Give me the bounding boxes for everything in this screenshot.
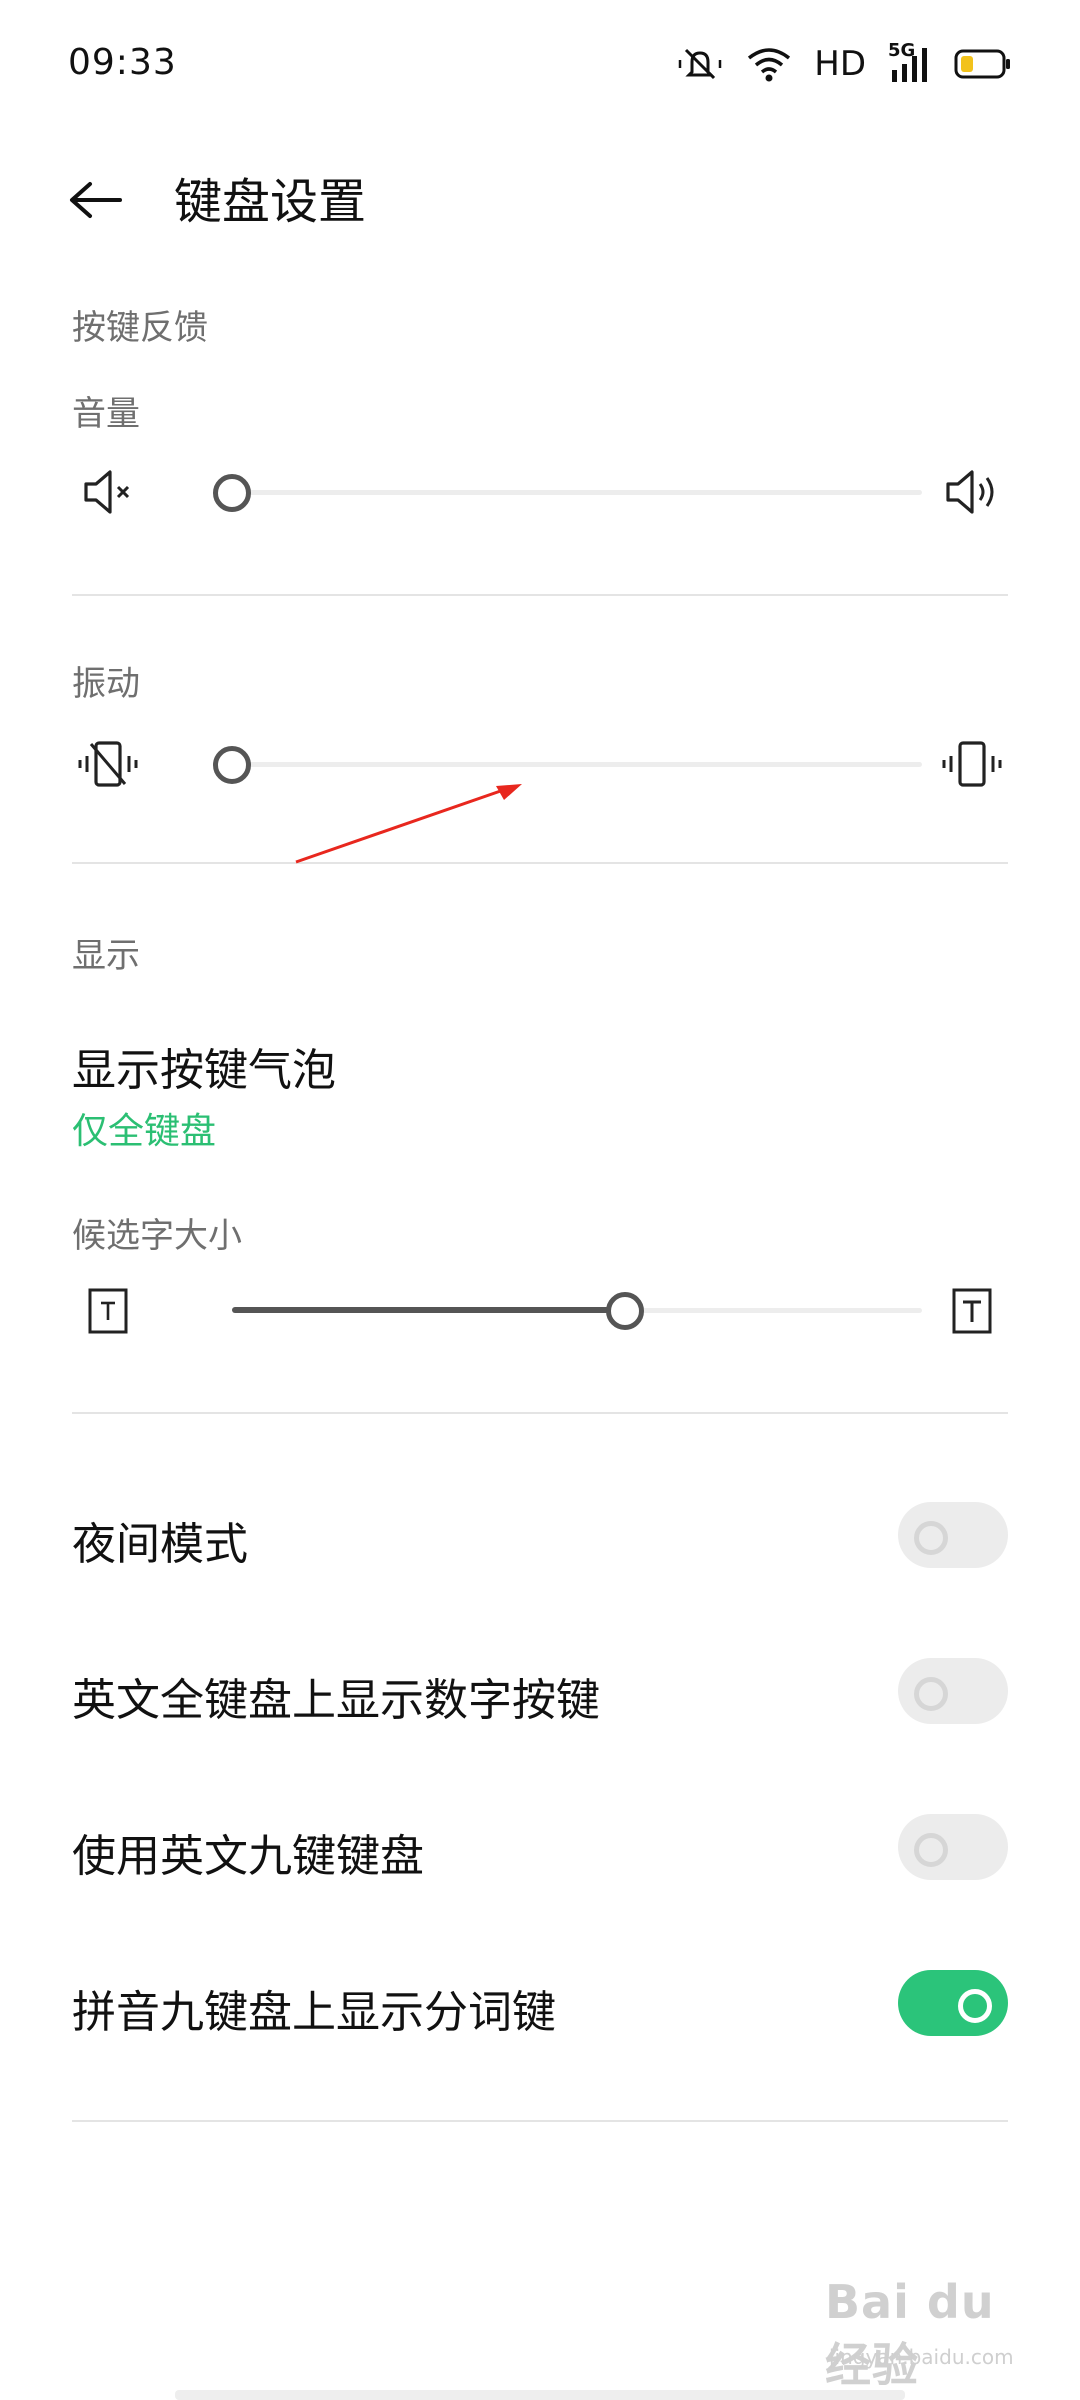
text-size-small-icon[interactable]: [72, 1270, 144, 1350]
toggle-label: 英文全键盘上显示数字按键: [72, 1675, 600, 1726]
text-size-large-icon[interactable]: [936, 1270, 1008, 1350]
key-bubble-value: 仅全键盘: [72, 1111, 217, 1152]
keyboard-settings-screen: 09:33 HD 5G 键盘设置 按键反馈 音量 振动 显示 显示按键气泡 仅全…: [0, 0, 1080, 2400]
switch-knob: [914, 1833, 948, 1867]
watermark-logo: Bai du 经验 jingyan.baidu.com: [825, 2275, 1035, 2392]
toggle-row-number-keys[interactable]: 英文全键盘上显示数字按键: [72, 1646, 1008, 1736]
watermark-text: Bai du 经验: [825, 2275, 995, 2392]
divider: [72, 2120, 1008, 2122]
switch-knob: [958, 1989, 992, 2023]
page-title: 键盘设置: [174, 174, 367, 230]
key-bubble-setting[interactable]: 显示按键气泡 仅全键盘: [72, 1020, 1008, 1160]
vibration-slider-thumb[interactable]: [213, 746, 251, 784]
bell-off-icon: [676, 44, 724, 84]
night-mode-switch[interactable]: [898, 1502, 1008, 1568]
back-button[interactable]: [60, 170, 132, 234]
volume-label: 音量: [72, 394, 140, 434]
divider: [72, 1412, 1008, 1414]
key-bubble-title: 显示按键气泡: [72, 1045, 336, 1096]
switch-knob: [914, 1521, 948, 1555]
candidate-size-label: 候选字大小: [72, 1216, 242, 1256]
battery-icon: [954, 48, 1012, 80]
candidate-size-slider[interactable]: [232, 1292, 922, 1330]
section-label-key-feedback: 按键反馈: [72, 308, 208, 348]
section-label-display: 显示: [72, 936, 140, 976]
english-9key-switch[interactable]: [898, 1814, 1008, 1880]
toggle-label: 夜间模式: [72, 1519, 248, 1570]
number-keys-switch[interactable]: [898, 1658, 1008, 1724]
status-bar: 09:33 HD 5G: [0, 0, 1080, 130]
segmentation-key-switch[interactable]: [898, 1970, 1008, 2036]
arrow-left-icon: [68, 180, 124, 224]
candidate-size-slider-fill: [232, 1307, 626, 1313]
vibration-slider[interactable]: [213, 746, 922, 784]
volume-slider[interactable]: [213, 474, 922, 512]
switch-knob: [914, 1677, 948, 1711]
hd-indicator: HD: [814, 44, 866, 84]
vibration-slider-row: [72, 724, 1008, 804]
vibration-label: 振动: [72, 664, 140, 704]
watermark-url: jingyan.baidu.com: [829, 2345, 1014, 2369]
toggle-row-english-9key[interactable]: 使用英文九键键盘: [72, 1802, 1008, 1892]
status-time: 09:33: [68, 42, 177, 83]
candidate-size-slider-row: [72, 1270, 1008, 1350]
toggle-label: 使用英文九键键盘: [72, 1831, 424, 1882]
divider: [72, 862, 1008, 864]
volume-slider-thumb[interactable]: [213, 474, 251, 512]
divider: [72, 594, 1008, 596]
bottom-edge-bar: [175, 2390, 905, 2400]
toggle-row-night-mode[interactable]: 夜间模式: [72, 1490, 1008, 1580]
vibrate-icon[interactable]: [936, 724, 1008, 804]
candidate-size-slider-thumb[interactable]: [606, 1292, 645, 1330]
volume-mute-icon[interactable]: [72, 452, 144, 532]
volume-slider-row: [72, 452, 1008, 532]
volume-up-icon[interactable]: [936, 452, 1008, 532]
vibrate-off-icon[interactable]: [72, 724, 144, 804]
signal-5g-icon: 5G: [888, 40, 932, 84]
status-icons: HD 5G: [676, 40, 1012, 86]
toggle-row-segmentation-key[interactable]: 拼音九键盘上显示分词键: [72, 1958, 1008, 2048]
wifi-icon: [746, 45, 792, 83]
toggle-label: 拼音九键盘上显示分词键: [72, 1987, 556, 2038]
